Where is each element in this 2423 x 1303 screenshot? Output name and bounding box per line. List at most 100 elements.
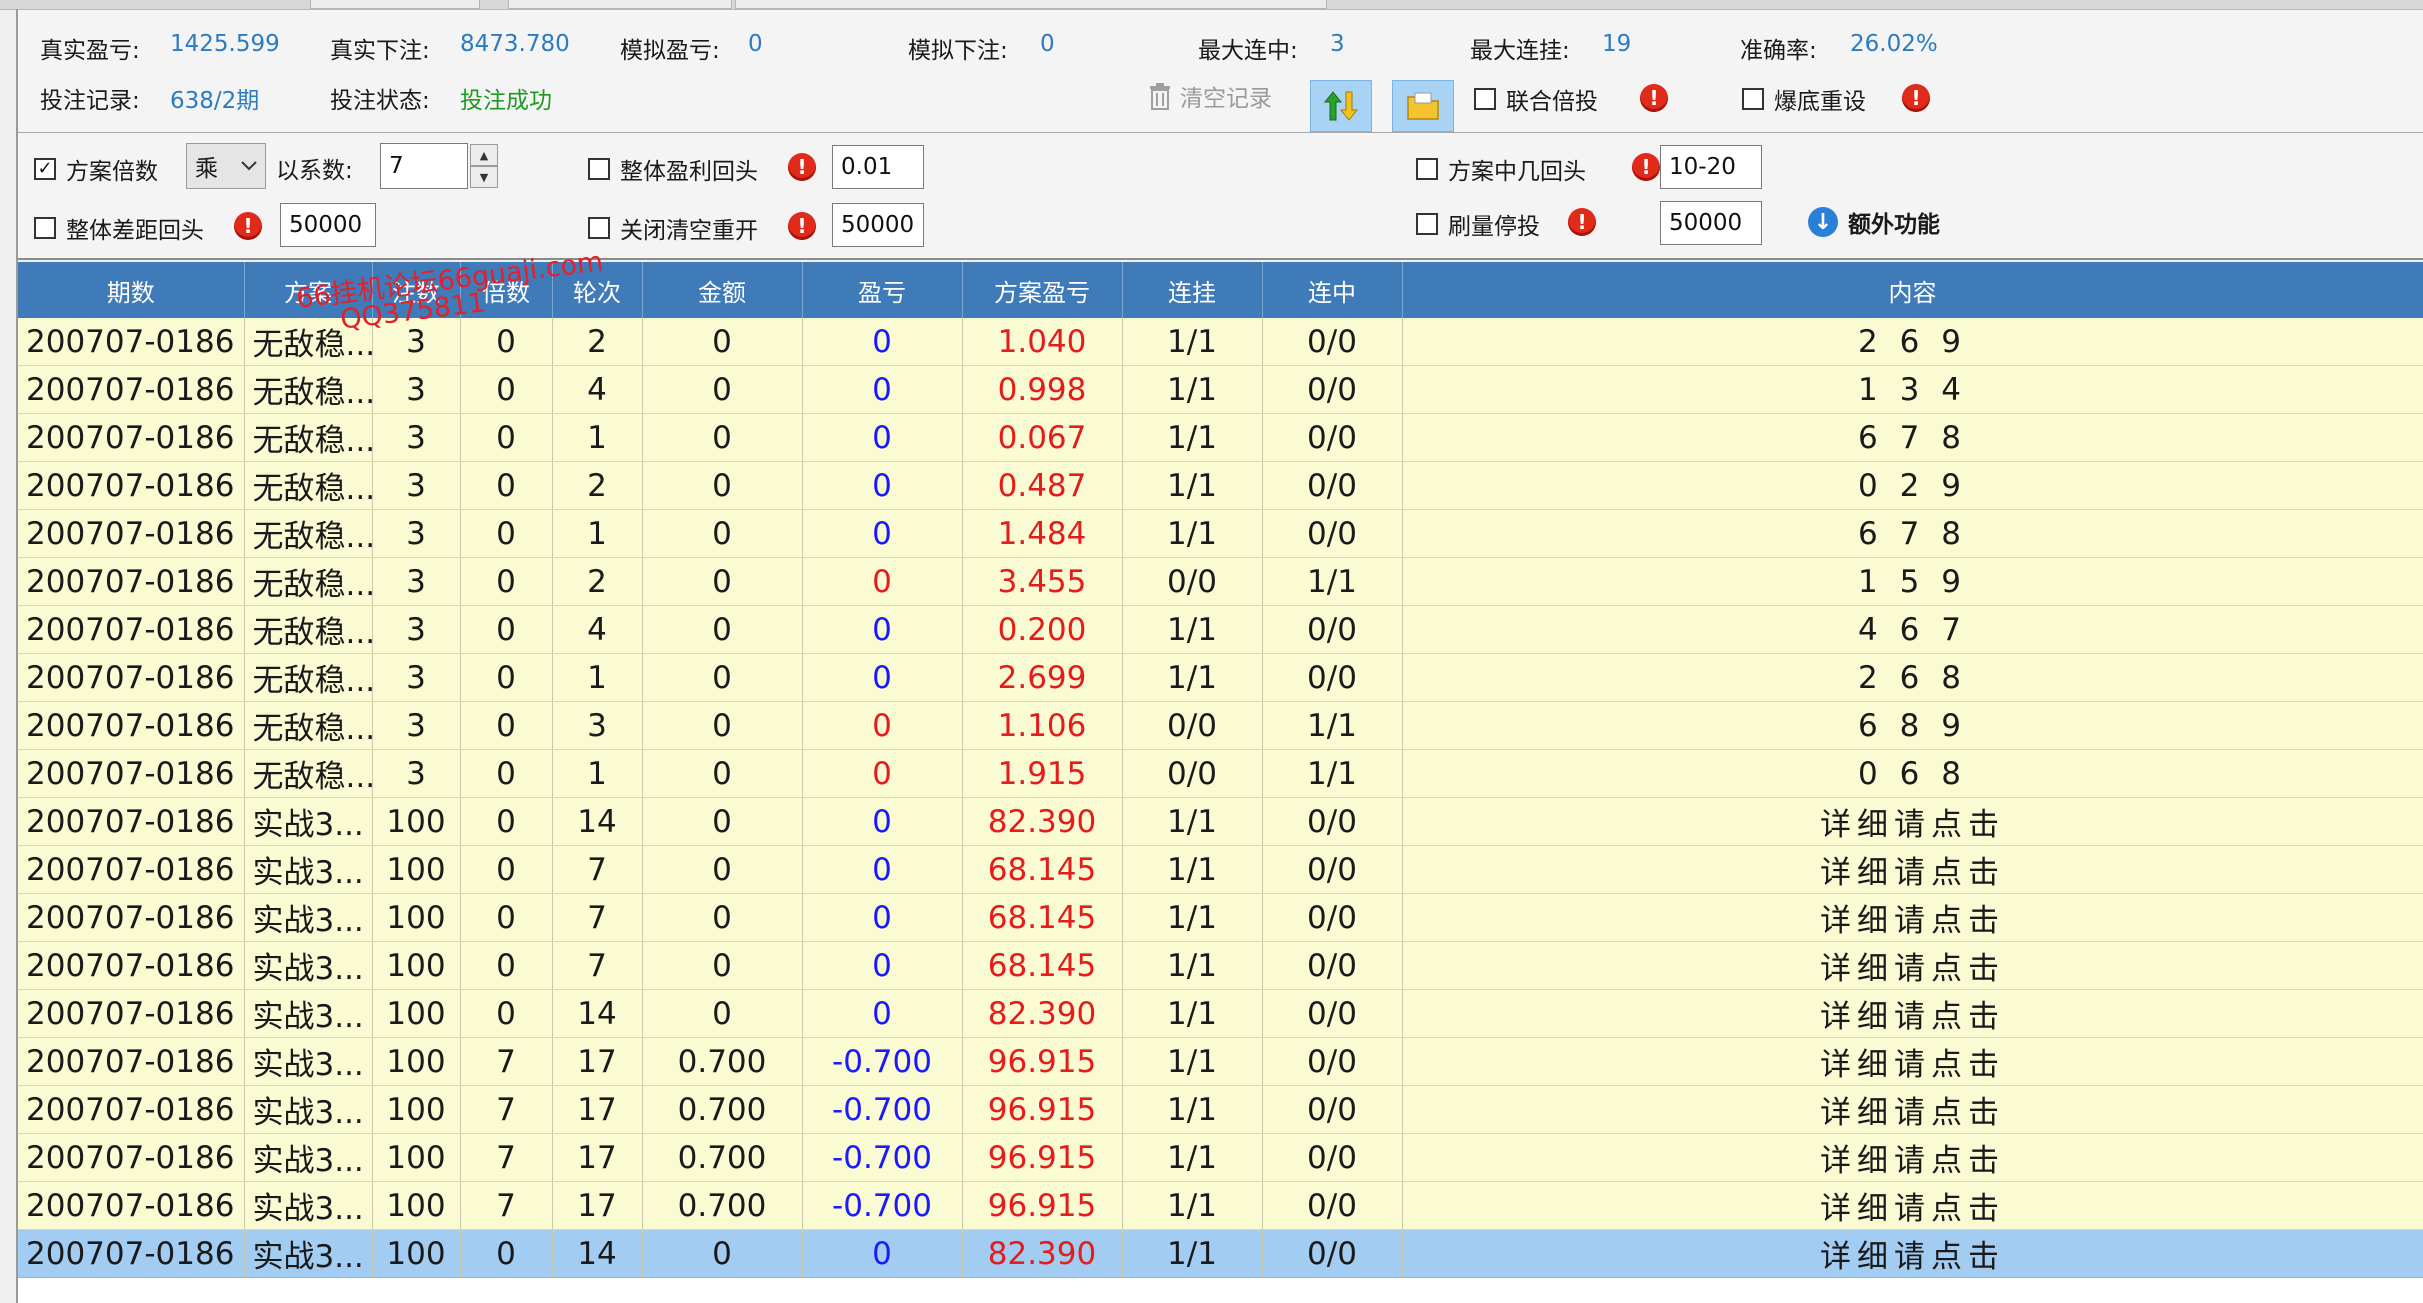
cell-content[interactable]: 详细请点击 <box>1402 1133 2423 1182</box>
table-row[interactable]: 200707-0186 无敌稳... 3 0 4 0 0 0.200 1/1 0/0 4 6 7 <box>18 605 2423 654</box>
table-row[interactable]: 200707-0186 无敌稳... 3 0 2 0 0 1.040 1/1 0/0 2 6 9 <box>18 318 2423 366</box>
up-down-arrows-icon <box>1323 91 1359 121</box>
table-row[interactable]: 200707-0186 无敌稳... 3 0 3 0 0 1.106 0/0 1/1 6 8 9 <box>18 701 2423 750</box>
plan-multiplier-box[interactable]: ✓ <box>34 158 56 180</box>
table-row[interactable]: 200707-0186 无敌稳... 3 0 1 0 0 0.067 1/1 0/0 6 7 8 <box>18 413 2423 462</box>
column-header[interactable]: 金额 <box>642 262 803 318</box>
cell-content[interactable]: 6 7 8 <box>1402 413 2423 462</box>
table-row[interactable]: 200707-0186 无敌稳... 3 0 1 0 0 2.699 1/1 0/0 2 6 8 <box>18 653 2423 702</box>
tab-stub-2[interactable] <box>508 0 732 9</box>
table-row[interactable]: 200707-0186 实战3... 100 0 7 0 0 68.145 1/1 0/0 详细请点… <box>18 845 2423 894</box>
tab-stub-3[interactable] <box>735 0 1327 9</box>
table-row[interactable]: 200707-0186 实战3... 100 7 17 0.700 -0.700 96.915… <box>18 1133 2423 1182</box>
column-header[interactable]: 连挂 <box>1122 262 1263 318</box>
cell-content[interactable]: 0 2 9 <box>1402 461 2423 510</box>
brush-stop-box[interactable] <box>1416 213 1438 235</box>
plan-hit-return-box[interactable] <box>1416 158 1438 180</box>
cell-content[interactable]: 4 6 7 <box>1402 605 2423 654</box>
column-header[interactable]: 连中 <box>1262 262 1403 318</box>
close-clear-restart-info-icon[interactable]: ! <box>788 212 816 240</box>
table-row[interactable]: 200707-0186 实战3... 100 7 17 0.700 -0.700 96.915… <box>18 1181 2423 1230</box>
overall-diff-return-input[interactable]: 50000 <box>280 203 376 247</box>
cell-content[interactable]: 详细请点击 <box>1402 1229 2423 1278</box>
cell-loss-streak: 1/1 <box>1122 318 1263 366</box>
table-row[interactable]: 200707-0186 实战3... 100 0 14 0 0 82.390 1/1 0/0 详细请… <box>18 797 2423 846</box>
brush-stop-checkbox[interactable]: 刷量停投 <box>1416 207 1540 241</box>
cell-round: 2 <box>552 461 643 510</box>
close-clear-restart-input[interactable]: 50000 <box>832 203 924 247</box>
spin-down-icon[interactable]: ▼ <box>470 166 498 188</box>
column-header[interactable]: 期数 <box>18 262 245 318</box>
joint-bet-checkbox[interactable]: 联合倍投 <box>1474 82 1598 116</box>
bust-reset-checkbox[interactable]: 爆底重设 <box>1742 82 1866 116</box>
table-row[interactable]: 200707-0186 无敌稳... 3 0 2 0 0 0.487 1/1 0/0 0 2 9 <box>18 461 2423 510</box>
table-row[interactable]: 200707-0186 无敌稳... 3 0 1 0 0 1.484 1/1 0/0 6 7 8 <box>18 509 2423 558</box>
table-row[interactable]: 200707-0186 实战3... 100 0 14 0 0 82.390 1/1 0/0 详细请… <box>18 989 2423 1038</box>
extra-features-button[interactable]: ↓ 额外功能 <box>1808 205 1940 239</box>
overall-diff-return-info-icon[interactable]: ! <box>234 212 262 240</box>
table-row[interactable]: 200707-0186 实战3... 100 0 7 0 0 68.145 1/1 0/0 详细请点… <box>18 893 2423 942</box>
plan-hit-return-input[interactable]: 10-20 <box>1660 145 1762 189</box>
cell-content[interactable]: 详细请点击 <box>1402 1085 2423 1134</box>
mode-select[interactable]: 乘 <box>186 143 266 189</box>
column-header[interactable]: 倍数 <box>460 262 553 318</box>
tab-stub-1[interactable] <box>310 0 480 9</box>
sort-button[interactable] <box>1310 80 1372 132</box>
overall-profit-return-checkbox[interactable]: 整体盈利回头 <box>588 152 758 186</box>
overall-profit-return-input[interactable]: 0.01 <box>832 145 924 189</box>
bet-records-grid[interactable]: 期数 方案 注数 倍数 轮次 金额 盈亏 方案盈亏 连挂 连中 内容 200707-0186 无敌稳.… <box>18 262 2423 1303</box>
cell-content[interactable]: 2 6 9 <box>1402 318 2423 366</box>
cell-content[interactable]: 详细请点击 <box>1402 1037 2423 1086</box>
cell-content[interactable]: 详细请点击 <box>1402 989 2423 1038</box>
bust-reset-box[interactable] <box>1742 88 1764 110</box>
plan-hit-return-checkbox[interactable]: 方案中几回头 <box>1416 152 1586 186</box>
coef-spinner[interactable]: ▲ ▼ <box>470 144 498 188</box>
cell-content[interactable]: 详细请点击 <box>1402 797 2423 846</box>
records-table: 期数 方案 注数 倍数 轮次 金额 盈亏 方案盈亏 连挂 连中 内容 200707-0186 无敌稳.… <box>18 262 2423 1278</box>
table-row[interactable]: 200707-0186 无敌稳... 3 0 2 0 0 3.455 0/0 1/1 1 5 9 <box>18 557 2423 606</box>
column-header[interactable]: 轮次 <box>552 262 643 318</box>
plan-multiplier-checkbox[interactable]: ✓ 方案倍数 <box>34 152 158 186</box>
cell-content[interactable]: 详细请点击 <box>1402 1181 2423 1230</box>
cell-content[interactable]: 6 7 8 <box>1402 509 2423 558</box>
table-row[interactable]: 200707-0186 实战3... 100 0 7 0 0 68.145 1/1 0/0 详细请点… <box>18 941 2423 990</box>
download-arrow-icon: ↓ <box>1808 207 1838 237</box>
spin-up-icon[interactable]: ▲ <box>470 144 498 166</box>
cell-amount: 0 <box>642 701 803 750</box>
overall-diff-return-box[interactable] <box>34 217 56 239</box>
table-row[interactable]: 200707-0186 无敌稳... 3 0 1 0 0 1.915 0/0 1/1 0 6 8 <box>18 749 2423 798</box>
overall-diff-return-checkbox[interactable]: 整体差距回头 <box>34 211 204 245</box>
cell-content[interactable]: 详细请点击 <box>1402 893 2423 942</box>
table-row[interactable]: 200707-0186 无敌稳... 3 0 4 0 0 0.998 1/1 0/0 1 3 4 <box>18 365 2423 414</box>
clear-records-button[interactable]: 清空记录 <box>1148 78 1272 114</box>
save-folder-button[interactable] <box>1392 80 1454 132</box>
plan-hit-return-info-icon[interactable]: ! <box>1632 153 1660 181</box>
bust-reset-info-icon[interactable]: ! <box>1902 84 1930 112</box>
cell-content[interactable]: 6 8 9 <box>1402 701 2423 750</box>
cell-multiplier: 0 <box>460 1229 553 1278</box>
overall-profit-return-box[interactable] <box>588 158 610 180</box>
joint-bet-box[interactable] <box>1474 88 1496 110</box>
brush-stop-input[interactable]: 50000 <box>1660 201 1762 245</box>
close-clear-restart-checkbox[interactable]: 关闭清空重开 <box>588 211 758 245</box>
cell-content[interactable]: 详细请点击 <box>1402 941 2423 990</box>
overall-profit-return-info-icon[interactable]: ! <box>788 153 816 181</box>
cell-content[interactable]: 0 6 8 <box>1402 749 2423 798</box>
column-header[interactable]: 盈亏 <box>802 262 963 318</box>
joint-bet-info-icon[interactable]: ! <box>1640 84 1668 112</box>
cell-content[interactable]: 详细请点击 <box>1402 845 2423 894</box>
column-header[interactable]: 内容 <box>1402 262 2423 318</box>
brush-stop-info-icon[interactable]: ! <box>1568 208 1596 236</box>
column-header[interactable]: 方案 <box>244 262 373 318</box>
cell-content[interactable]: 2 6 8 <box>1402 653 2423 702</box>
column-header[interactable]: 方案盈亏 <box>962 262 1123 318</box>
table-row[interactable]: 200707-0186 实战3... 100 7 17 0.700 -0.700 96.915… <box>18 1037 2423 1086</box>
cell-content[interactable]: 1 5 9 <box>1402 557 2423 606</box>
table-row[interactable]: 200707-0186 实战3... 100 0 14 0 0 82.390 1/1 0/0 详细请… <box>18 1229 2423 1278</box>
real-bet-label: 真实下注: <box>330 38 430 64</box>
table-row[interactable]: 200707-0186 实战3... 100 7 17 0.700 -0.700 96.915… <box>18 1085 2423 1134</box>
column-header[interactable]: 注数 <box>372 262 461 318</box>
coef-input[interactable]: 7 <box>380 143 468 189</box>
close-clear-restart-box[interactable] <box>588 217 610 239</box>
cell-content[interactable]: 1 3 4 <box>1402 365 2423 414</box>
